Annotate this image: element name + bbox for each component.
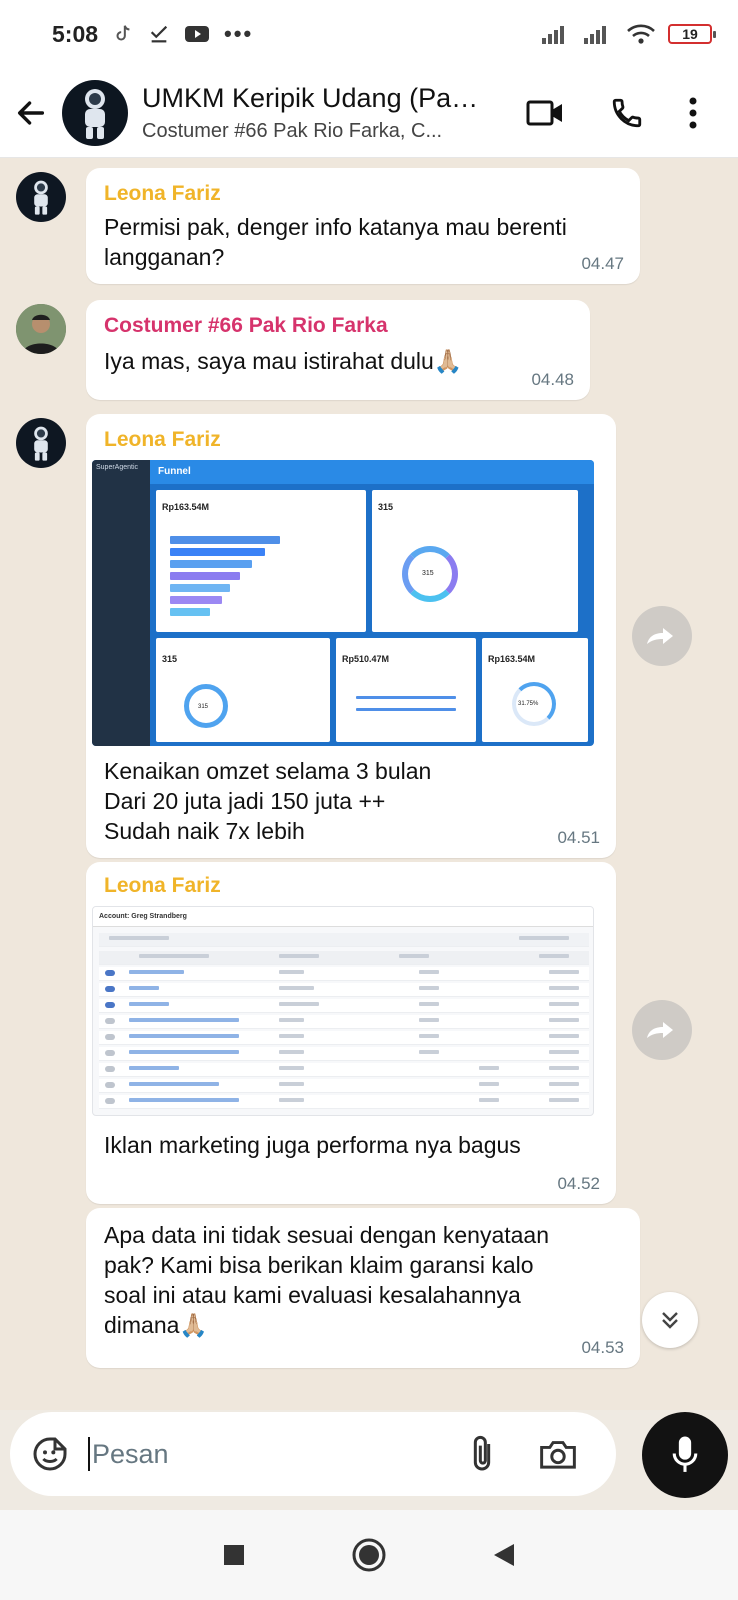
voice-record-button[interactable]	[642, 1412, 728, 1498]
ads-account-label: Account: Greg Strandberg	[99, 913, 187, 920]
forward-button[interactable]	[632, 606, 692, 666]
dashboard-page-title: Funnel	[158, 466, 191, 477]
sender-avatar[interactable]	[16, 172, 66, 222]
sender-name[interactable]: Leona Fariz	[104, 874, 221, 898]
message-text: Apa data ini tidak sesuai dengan kenyata…	[104, 1222, 549, 1338]
card-value: 315	[162, 654, 178, 664]
message-time: 04.51	[557, 828, 600, 847]
dashboard-screenshot-image[interactable]: SuperAgentic Funnel Rp163.54M 315 315 31…	[92, 460, 594, 746]
card-value: Rp510.47M	[342, 654, 390, 664]
chat-participants: Costumer #66 Pak Rio Farka, C...	[142, 119, 443, 142]
back-arrow-icon	[17, 100, 45, 125]
scroll-to-bottom-button[interactable]	[642, 1292, 698, 1348]
more-notifications-icon: •••	[224, 21, 254, 46]
chat-title-block[interactable]: UMKM Keripik Udang (Pak... Costumer #66 …	[142, 83, 482, 143]
message-text: Iklan marketing juga performa nya bagus	[104, 1132, 521, 1158]
ring-label: 315	[198, 704, 209, 710]
message-list[interactable]: Leona Fariz Permisi pak, denger info kat…	[0, 158, 738, 1410]
video-call-icon[interactable]	[526, 98, 566, 128]
ads-report-screenshot-image[interactable]: Account: Greg Strandberg	[92, 906, 594, 1116]
check-download-icon	[150, 25, 168, 43]
notification-icons: •••	[112, 21, 253, 47]
message-text: Permisi pak, denger info katanya mau ber…	[104, 214, 567, 270]
text-cursor	[88, 1437, 90, 1471]
back-button[interactable]	[0, 68, 62, 158]
forward-icon	[647, 628, 673, 644]
wifi-icon	[627, 24, 655, 44]
phone-icon[interactable]	[610, 96, 644, 130]
ring-label: 315	[422, 570, 434, 577]
youtube-icon	[185, 26, 210, 42]
battery-icon: 19	[668, 24, 716, 44]
opportunity-value-card: Rp510.47M	[336, 638, 476, 742]
card-value: Rp163.54M	[488, 654, 536, 664]
sender-avatar[interactable]	[16, 304, 66, 354]
attach-icon[interactable]	[468, 1434, 496, 1474]
camera-icon[interactable]	[538, 1436, 578, 1472]
chat-title: UMKM Keripik Udang (Pak...	[142, 82, 482, 113]
conversion-card: Rp163.54M 31.75%	[482, 638, 588, 742]
forward-button[interactable]	[632, 1000, 692, 1060]
group-avatar[interactable]	[62, 79, 128, 146]
card-value: 315	[378, 502, 394, 512]
tiktok-icon	[116, 25, 130, 41]
microphone-icon	[672, 1436, 698, 1472]
message-time: 04.47	[581, 254, 624, 273]
message-composer[interactable]: Pesan	[10, 1412, 616, 1496]
status-time: 5:08	[52, 20, 99, 47]
ring-label: 31.75%	[518, 701, 539, 707]
dashboard-topbar: Funnel	[150, 460, 594, 484]
double-chevron-down-icon	[662, 1312, 678, 1329]
image-message-bubble[interactable]: Leona Fariz SuperAgentic Funnel Rp163.54…	[86, 414, 616, 858]
signal-icon-2	[584, 26, 606, 44]
more-vert-icon[interactable]	[688, 96, 698, 130]
back-nav-icon[interactable]	[492, 1542, 516, 1568]
recents-icon[interactable]	[222, 1543, 246, 1567]
message-input[interactable]: Pesan	[92, 1439, 169, 1470]
sender-name[interactable]: Leona Fariz	[104, 182, 221, 206]
stage-card: 315 315	[372, 490, 578, 632]
card-value: Rp163.54M	[162, 502, 210, 512]
dashboard-sidebar: SuperAgentic	[92, 460, 150, 746]
dashboard-brand: SuperAgentic	[96, 464, 139, 471]
opportunity-status-card: 315 315	[156, 638, 330, 742]
message-bubble[interactable]: Costumer #66 Pak Rio Farka Iya mas, saya…	[86, 300, 590, 400]
sticker-icon[interactable]	[30, 1434, 70, 1474]
person-avatar-icon	[16, 304, 66, 354]
system-navigation-bar	[0, 1510, 738, 1600]
sender-name[interactable]: Leona Fariz	[104, 428, 221, 452]
image-message-bubble[interactable]: Leona Fariz Account: Greg Strandberg Ikl…	[86, 862, 616, 1204]
home-icon[interactable]	[351, 1537, 387, 1573]
message-bubble[interactable]: Apa data ini tidak sesuai dengan kenyata…	[86, 1208, 640, 1368]
astronaut-avatar-icon	[34, 180, 48, 215]
sender-name[interactable]: Costumer #66 Pak Rio Farka	[104, 314, 388, 338]
astronaut-avatar-icon	[85, 88, 105, 139]
message-text: Kenaikan omzet selama 3 bulan Dari 20 ju…	[104, 758, 432, 844]
astronaut-avatar-icon	[34, 426, 48, 461]
message-time: 04.48	[531, 370, 574, 389]
chat-header: UMKM Keripik Udang (Pak... Costumer #66 …	[0, 68, 738, 158]
message-time: 04.52	[557, 1174, 600, 1193]
funnel-card: Rp163.54M	[156, 490, 366, 632]
message-bubble[interactable]: Leona Fariz Permisi pak, denger info kat…	[86, 168, 640, 284]
message-text: Iya mas, saya mau istirahat dulu🙏🏼	[104, 348, 463, 374]
sender-avatar[interactable]	[16, 418, 66, 468]
message-time: 04.53	[581, 1338, 624, 1357]
status-bar: 5:08 ••• 19	[0, 0, 738, 68]
forward-icon	[647, 1022, 673, 1038]
signal-icon	[542, 26, 564, 44]
